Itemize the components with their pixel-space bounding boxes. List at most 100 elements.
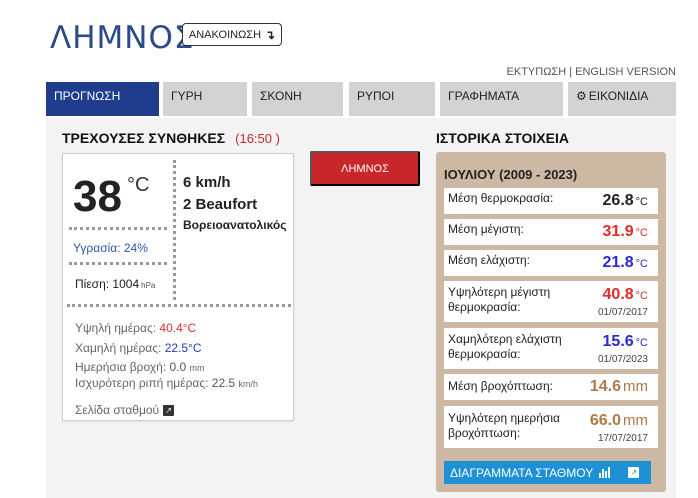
station-page-link[interactable]: Σελίδα σταθμού ↗ [75,403,175,417]
tab-label: ΓΥΡΗ [171,89,203,103]
history-label: βροχόπτωση: [448,426,521,440]
daily-low-label: Χαμηλή ημέρας: [75,341,162,355]
tab-label: ΡΥΠΟΙ [357,89,395,103]
daily-gust-unit: km/h [238,379,259,389]
tab-pollutants[interactable]: ΡΥΠΟΙ [349,82,435,116]
temperature-unit: °C [127,174,150,196]
station-charts-button[interactable]: ΔΙΑΓΡΑΜΜΑΤΑ ΣΤΑΘΜΟΥ ↗ [444,461,651,484]
divider [69,262,167,265]
daily-rain-unit: mm [189,363,205,373]
history-label: θερμοκρασία: [448,347,521,361]
daily-rain: Ημερήσια βροχή: 0.0 mm [75,360,205,374]
value-number: 15.6 [602,333,634,350]
daily-rain-value: 0.0 [169,360,187,374]
tab-dust[interactable]: ΣΚΟΝΗ [252,82,343,116]
history-row: Μέση ελάχιστη: 21.8 °C [444,250,658,276]
current-temperature: 38 [73,172,122,221]
pressure: Πίεση: 1004 hPa [75,277,155,291]
history-label: θερμοκρασία: [448,300,521,314]
value-number: 14.6 [589,378,621,395]
wind-direction: Βορειοανατολικός [183,218,287,232]
value-unit: °C [635,258,648,270]
current-heading-text: ΤΡΕΧΟΥΣΕΣ ΣΥΝΘΗΚΕΣ [62,130,226,146]
history-value: 66.0 mm [590,412,648,430]
history-row: Υψηλότερη ημερήσια βροχόπτωση: 66.0 mm 17… [444,406,658,448]
daily-gust-value: 22.5 [211,376,236,390]
english-version-link[interactable]: ENGLISH VERSION [575,66,676,78]
external-link-icon: ↗ [163,404,175,416]
daily-low-value: 22.5°C [164,341,202,355]
history-period: ΙΟΥΛΙΟΥ (2009 - 2023) [444,167,578,182]
tab-widgets[interactable]: ⚙ ΕΙΚΟΝΙΔΙΑ [568,82,676,116]
tab-charts[interactable]: ΓΡΑΦΗΜΑΤΑ [440,82,563,116]
tab-label: ΕΙΚΟΝΙΔΙΑ [588,89,649,103]
history-value: 40.8 °C [603,286,648,304]
value-unit: °C [635,290,648,302]
history-label: Μέση μέγιστη: [448,222,524,236]
current-conditions-heading: ΤΡΕΧΟΥΣΕΣ ΣΥΝΘΗΚΕΣ (16:50 ) [62,130,280,146]
divider [173,160,176,300]
page: ΛΗΜΝΟΣ ΑΝΑΚΟΙΝΩΣΗ ↴ ΕΚΤΥΠΩΣΗ | ENGLISH V… [0,0,698,498]
value-unit: °C [635,337,648,349]
history-row: Υψηλότερη μέγιστη θερμοκρασία: 40.8 °C 01… [444,281,658,322]
bar-chart-icon [599,467,611,478]
tab-label: ΓΡΑΦΗΜΑΤΑ [448,89,520,103]
link-separator: | [566,66,576,78]
tab-label: ΣΚΟΝΗ [260,89,302,103]
value-number: 21.8 [602,254,634,271]
pressure-value: Πίεση: 1004 [75,277,140,291]
history-row: Μέση μέγιστη: 31.9 °C [444,219,658,245]
daily-high-label: Υψηλή ημέρας: [75,321,157,335]
value-unit: °C [635,196,648,208]
history-label: Χαμηλότερη ελάχιστη [448,332,562,346]
history-value: 21.8 °C [603,254,648,272]
wind-beaufort: 2 Beaufort [183,196,258,213]
history-value: 26.8 °C [603,192,648,210]
observation-time: (16:50 ) [235,131,280,146]
station-select-button[interactable]: ΛΗΜΝΟΣ [310,151,420,186]
station-page-label: Σελίδα σταθμού [75,403,160,417]
history-row: Μέση θερμοκρασία: 26.8 °C [444,188,658,214]
humidity: Υγρασία: 24% [73,241,148,255]
station-title: ΛΗΜΝΟΣ [50,20,195,56]
history-row: Χαμηλότερη ελάχιστη θερμοκρασία: 15.6 °C … [444,328,658,369]
history-date: 01/07/2023 [597,354,648,365]
divider [69,227,167,230]
history-date: 01/07/2017 [597,307,648,318]
daily-high-value: 40.4°C [159,321,197,335]
value-unit: mm [623,412,648,429]
wind-speed: 6 km/h [183,174,231,191]
history-value: 14.6 mm [590,378,648,396]
tab-label: ΠΡΟΓΝΩΣΗ [54,89,121,103]
print-link[interactable]: ΕΚΤΥΠΩΣΗ [507,66,567,78]
history-label: Υψηλότερη ημερήσια [448,411,560,425]
daily-gust: Ισχυρότερη ριπή ημέρας: 22.5 km/h [75,376,258,390]
history-panel: ΙΟΥΛΙΟΥ (2009 - 2023) Μέση θερμοκρασία: … [436,152,666,492]
top-links: ΕΚΤΥΠΩΣΗ | ENGLISH VERSION [507,66,676,78]
value-unit: mm [623,378,648,395]
history-heading: ΙΣΤΟΡΙΚΑ ΣΤΟΙΧΕΙΑ [436,130,569,146]
value-number: 40.8 [602,286,634,303]
history-label: Μέση θερμοκρασία: [448,191,554,205]
history-label: Μέση βροχόπτωση: [448,379,553,393]
tab-pollen[interactable]: ΓΥΡΗ [163,82,247,116]
announcement-button[interactable]: ΑΝΑΚΟΙΝΩΣΗ ↴ [182,23,282,46]
daily-rain-label: Ημερήσια βροχή: [75,360,167,374]
value-number: 31.9 [602,223,634,240]
divider [67,304,291,307]
history-date: 17/07/2017 [597,433,648,444]
value-unit: °C [635,227,648,239]
gear-icon: ⚙ [576,89,587,103]
external-link-icon: ↗ [628,467,640,478]
value-number: 66.0 [589,412,621,429]
history-label: Μέση ελάχιστη: [448,253,530,267]
current-conditions-panel: 38 °C Υγρασία: 24% Πίεση: 1004 hPa 6 km/h… [62,153,294,421]
daily-gust-label: Ισχυρότερη ριπή ημέρας: [75,376,209,390]
history-row: Μέση βροχόπτωση: 14.6 mm [444,374,658,400]
pressure-unit: hPa [141,281,156,290]
history-value: 15.6 °C [603,333,648,351]
value-number: 26.8 [602,192,634,209]
history-value: 31.9 °C [603,223,648,241]
tab-forecast[interactable]: ΠΡΟΓΝΩΣΗ [46,82,159,116]
tab-bar: ΠΡΟΓΝΩΣΗ ΓΥΡΗ ΣΚΟΝΗ ΡΥΠΟΙ ΓΡΑΦΗΜΑΤΑ ⚙ ΕΙΚ… [46,82,676,116]
